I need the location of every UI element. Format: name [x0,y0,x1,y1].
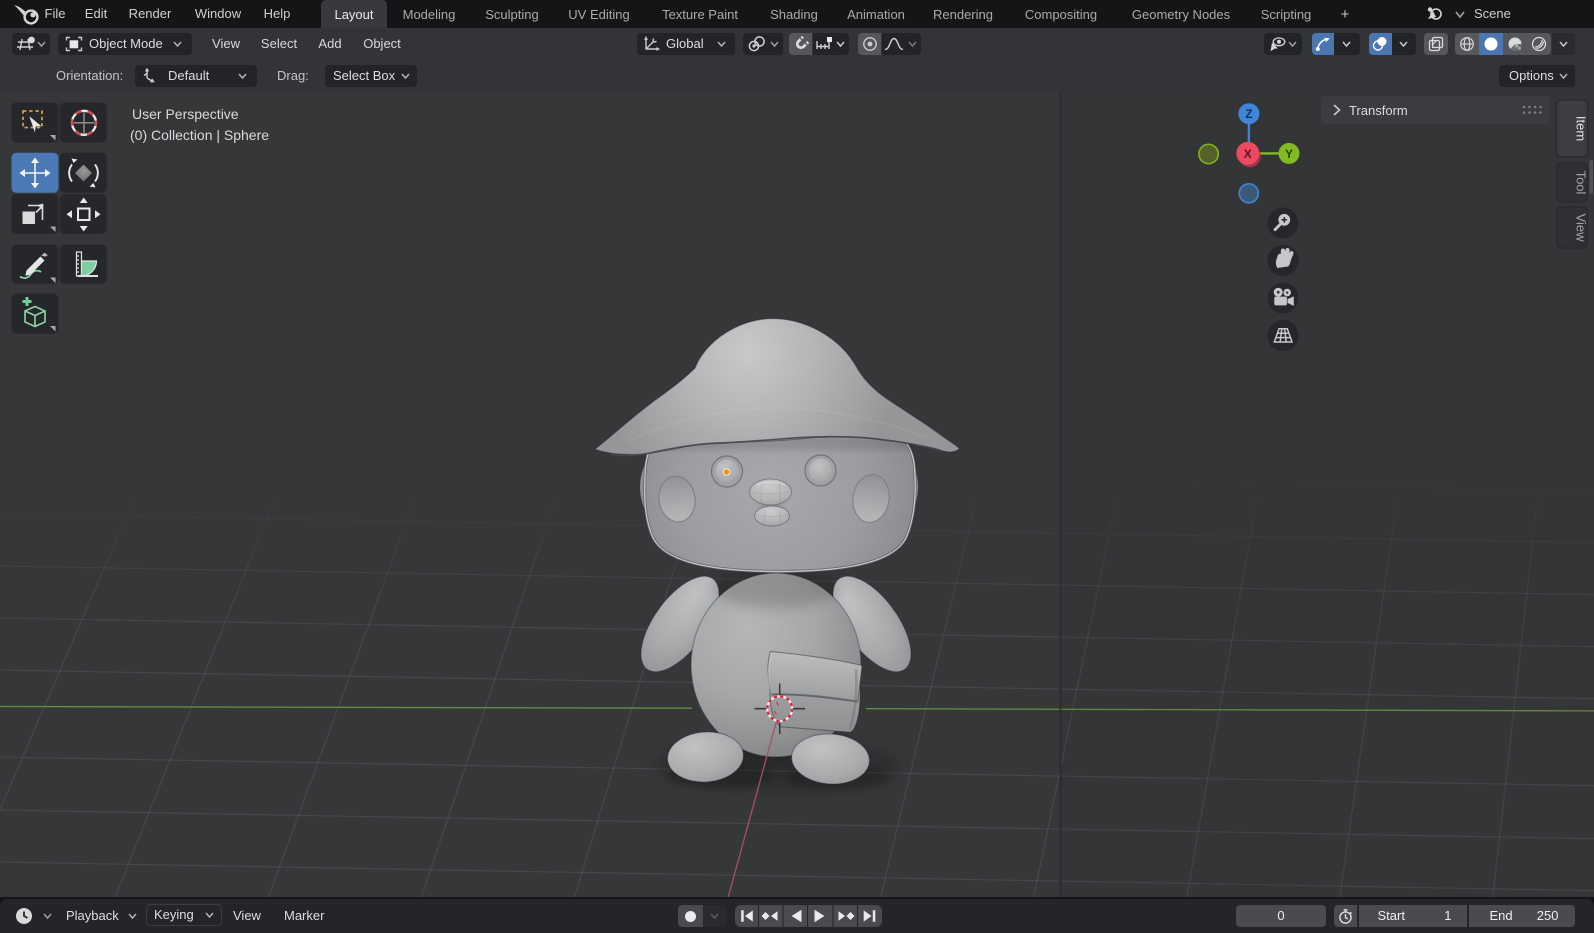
svg-text:User Perspective: User Perspective [132,106,239,122]
svg-text:View: View [1574,214,1589,243]
svg-text:Y: Y [1285,147,1293,161]
svg-text:Item: Item [1574,116,1589,141]
svg-text:X: X [1244,147,1252,161]
svg-text:Transform: Transform [1349,103,1408,118]
svg-text:Z: Z [1245,107,1252,121]
svg-text:(0) Collection | Sphere: (0) Collection | Sphere [130,127,269,143]
svg-text:Tool: Tool [1574,171,1589,195]
